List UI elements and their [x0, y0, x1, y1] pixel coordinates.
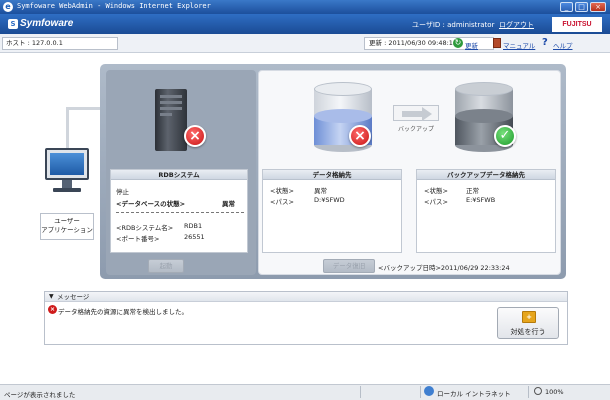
app-header: S Symfoware ユーザID : administrator ログアウト … — [0, 14, 610, 34]
backup-arrow-icon — [393, 105, 439, 121]
app-logo: Symfoware — [20, 18, 74, 29]
rdb-status: 停止 — [116, 188, 129, 196]
db-state-value: 異常 — [222, 200, 235, 208]
zoom-level[interactable]: 100% — [545, 388, 564, 396]
statusbar-separator — [360, 386, 361, 398]
window-titlebar: e Symfoware WebAdmin - Windows Internet … — [0, 0, 610, 14]
help-link[interactable]: ヘルプ — [553, 40, 573, 50]
refresh-link[interactable]: 更新 — [465, 40, 478, 50]
manual-link[interactable]: マニュアル — [503, 40, 535, 50]
message-error-icon: × — [48, 305, 57, 314]
toolbox-icon: + — [522, 311, 536, 323]
statusbar-separator — [528, 386, 529, 398]
user-application-pc-icon — [44, 148, 90, 196]
backup-store-ok-icon: ✓ — [494, 125, 516, 147]
zoom-icon[interactable] — [534, 387, 542, 395]
connector-line — [66, 107, 102, 110]
db-state-label: <データベースの状態> — [116, 200, 186, 208]
manual-book-icon[interactable] — [493, 38, 501, 48]
take-action-button[interactable]: + 対処を行う — [497, 307, 559, 339]
host-field: ホスト : 127.0.0.1 — [2, 37, 118, 50]
user-application-label: ユーザー アプリケーション — [40, 213, 94, 240]
security-zone: ローカル イントラネット — [437, 390, 511, 398]
data-store-card: データ格納先 — [262, 169, 402, 253]
user-id: ユーザID : administrator — [412, 21, 495, 29]
fujitsu-logo: FUJITSU — [552, 17, 602, 32]
backup-store-path-value: E:¥SFWB — [466, 196, 496, 204]
data-store-state-label: <状態> — [270, 187, 294, 195]
port-label: <ポート番号> — [116, 235, 160, 243]
rdb-system-name-value: RDB1 — [184, 222, 203, 230]
backup-store-path-label: <パス> — [424, 198, 448, 206]
connector-line — [66, 108, 69, 148]
close-button[interactable]: × — [590, 2, 606, 12]
refresh-icon[interactable]: ↻ — [453, 38, 463, 48]
ie-icon: e — [3, 2, 13, 12]
minimize-button[interactable]: _ — [560, 2, 573, 12]
rdb-system-name-label: <RDBシステム名> — [116, 224, 174, 232]
help-icon[interactable]: ? — [542, 37, 548, 48]
rdb-error-icon: × — [184, 125, 206, 147]
data-recovery-button[interactable]: データ復旧 — [323, 259, 375, 273]
data-store-header: データ格納先 — [263, 170, 401, 180]
symfoware-logo-icon: S — [8, 19, 18, 29]
logout-link[interactable]: ログアウト — [499, 20, 534, 30]
data-store-error-icon: × — [349, 125, 371, 147]
rdb-card-header: RDBシステム — [111, 170, 247, 180]
backup-store-header: バックアップデータ格納先 — [417, 170, 555, 180]
message-header-label: メッセージ — [57, 293, 90, 301]
backup-store-state-label: <状態> — [424, 187, 448, 195]
message-panel-header[interactable]: ▼ メッセージ — [45, 292, 567, 302]
window-title: Symfoware WebAdmin - Windows Internet Ex… — [17, 2, 211, 10]
backup-datetime: <バックアップ日時>2011/06/29 22:33:24 — [378, 264, 510, 272]
status-bar: ページが表示されました — [0, 384, 610, 400]
divider — [116, 212, 244, 213]
start-button[interactable]: 起動 — [148, 259, 184, 273]
take-action-label: 対処を行う — [510, 328, 546, 336]
rdb-server-icon — [155, 89, 187, 151]
intranet-zone-icon — [424, 386, 434, 396]
collapse-triangle-icon[interactable]: ▼ — [49, 292, 54, 302]
status-text: ページが表示されました — [4, 391, 76, 399]
port-value: 26551 — [184, 233, 205, 241]
backup-arrow-label: バックアップ — [397, 126, 434, 133]
statusbar-separator — [420, 386, 421, 398]
data-store-path-label: <パス> — [270, 198, 294, 206]
backup-store-state-value: 正常 — [466, 187, 479, 195]
data-store-path-value: D:¥SFWD — [314, 196, 345, 204]
message-text: データ格納先の資源に異常を検出しました。 — [58, 308, 188, 316]
backup-store-card: バックアップデータ格納先 — [416, 169, 556, 253]
data-store-state-value: 異常 — [314, 187, 327, 195]
maximize-button[interactable]: □ — [575, 2, 588, 12]
